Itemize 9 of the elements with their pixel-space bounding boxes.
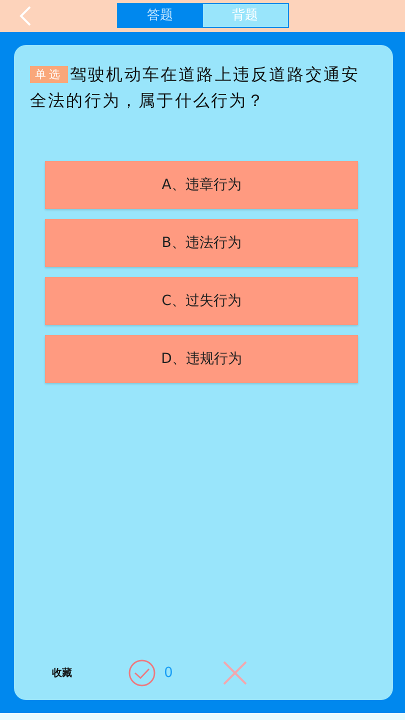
correct-count: 0 bbox=[164, 665, 173, 681]
answer-option[interactable]: C、过失行为 bbox=[45, 277, 358, 325]
close-icon bbox=[222, 661, 247, 685]
favorite-label[interactable]: 收藏 bbox=[52, 666, 72, 680]
back-icon[interactable] bbox=[18, 5, 32, 27]
answer-option[interactable]: D、违规行为 bbox=[45, 335, 358, 383]
check-circle-icon bbox=[128, 659, 156, 687]
answer-option[interactable]: B、违法行为 bbox=[45, 219, 358, 267]
answer-option[interactable]: A、违章行为 bbox=[45, 161, 358, 209]
